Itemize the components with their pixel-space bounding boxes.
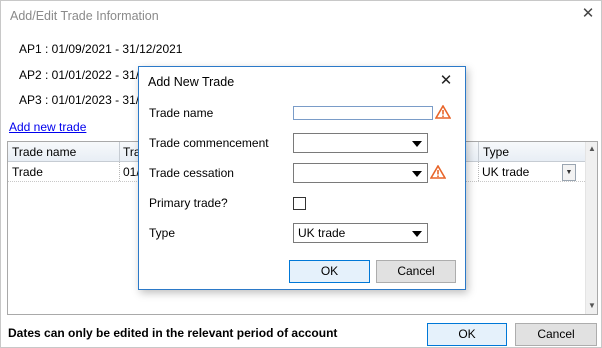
trade-cessation-dropdown[interactable] xyxy=(293,163,428,183)
column-header-trade-name[interactable]: Trade name xyxy=(12,145,76,159)
add-new-trade-dialog: Add New Trade ✕ Trade name Trade commenc… xyxy=(138,66,466,290)
scroll-down-icon[interactable]: ▼ xyxy=(587,300,597,312)
row-type[interactable]: UK trade xyxy=(482,165,529,179)
primary-trade-checkbox[interactable] xyxy=(293,197,306,210)
period-ap3: AP3 : 01/01/2023 - 31/01 xyxy=(19,93,153,107)
trade-name-input[interactable] xyxy=(293,106,433,120)
scroll-up-icon[interactable]: ▲ xyxy=(587,143,597,155)
row-trade-name[interactable]: Trade xyxy=(12,165,43,179)
column-divider xyxy=(478,142,479,161)
trade-name-label: Trade name xyxy=(149,106,214,120)
column-divider xyxy=(119,142,120,161)
dialog-cancel-button[interactable]: Cancel xyxy=(376,260,456,283)
chevron-down-icon xyxy=(412,171,422,177)
warning-icon xyxy=(430,165,446,179)
close-icon[interactable]: ✕ xyxy=(437,72,455,90)
cell-divider xyxy=(478,162,479,181)
row-type-dropdown-icon[interactable]: ▼ xyxy=(562,164,576,181)
type-value: UK trade xyxy=(298,226,346,240)
grid-scrollbar[interactable]: ▲ ▼ xyxy=(585,142,597,314)
add-new-trade-link[interactable]: Add new trade xyxy=(9,120,86,134)
dialog-title: Add New Trade xyxy=(148,75,235,89)
cancel-button[interactable]: Cancel xyxy=(515,323,597,346)
primary-trade-label: Primary trade? xyxy=(149,196,228,210)
type-label: Type xyxy=(149,226,176,240)
warning-icon xyxy=(435,105,451,119)
ok-button[interactable]: OK xyxy=(427,323,507,346)
type-dropdown[interactable]: UK trade xyxy=(293,223,428,243)
period-ap1: AP1 : 01/09/2021 - 31/12/2021 xyxy=(19,42,183,56)
chevron-down-icon xyxy=(412,231,422,237)
trade-cessation-label: Trade cessation xyxy=(149,166,234,180)
column-header-type[interactable]: Type xyxy=(483,145,509,159)
dialog-ok-button[interactable]: OK xyxy=(289,260,370,283)
chevron-down-icon xyxy=(412,141,422,147)
close-icon[interactable]: ✕ xyxy=(579,5,597,23)
period-ap2: AP2 : 01/01/2022 - 31/12 xyxy=(19,68,153,82)
window-title: Add/Edit Trade Information xyxy=(10,9,159,23)
trade-commencement-dropdown[interactable] xyxy=(293,133,428,153)
edit-note: Dates can only be edited in the relevant… xyxy=(8,326,338,340)
trade-commencement-label: Trade commencement xyxy=(149,136,269,150)
cell-divider xyxy=(119,162,120,181)
